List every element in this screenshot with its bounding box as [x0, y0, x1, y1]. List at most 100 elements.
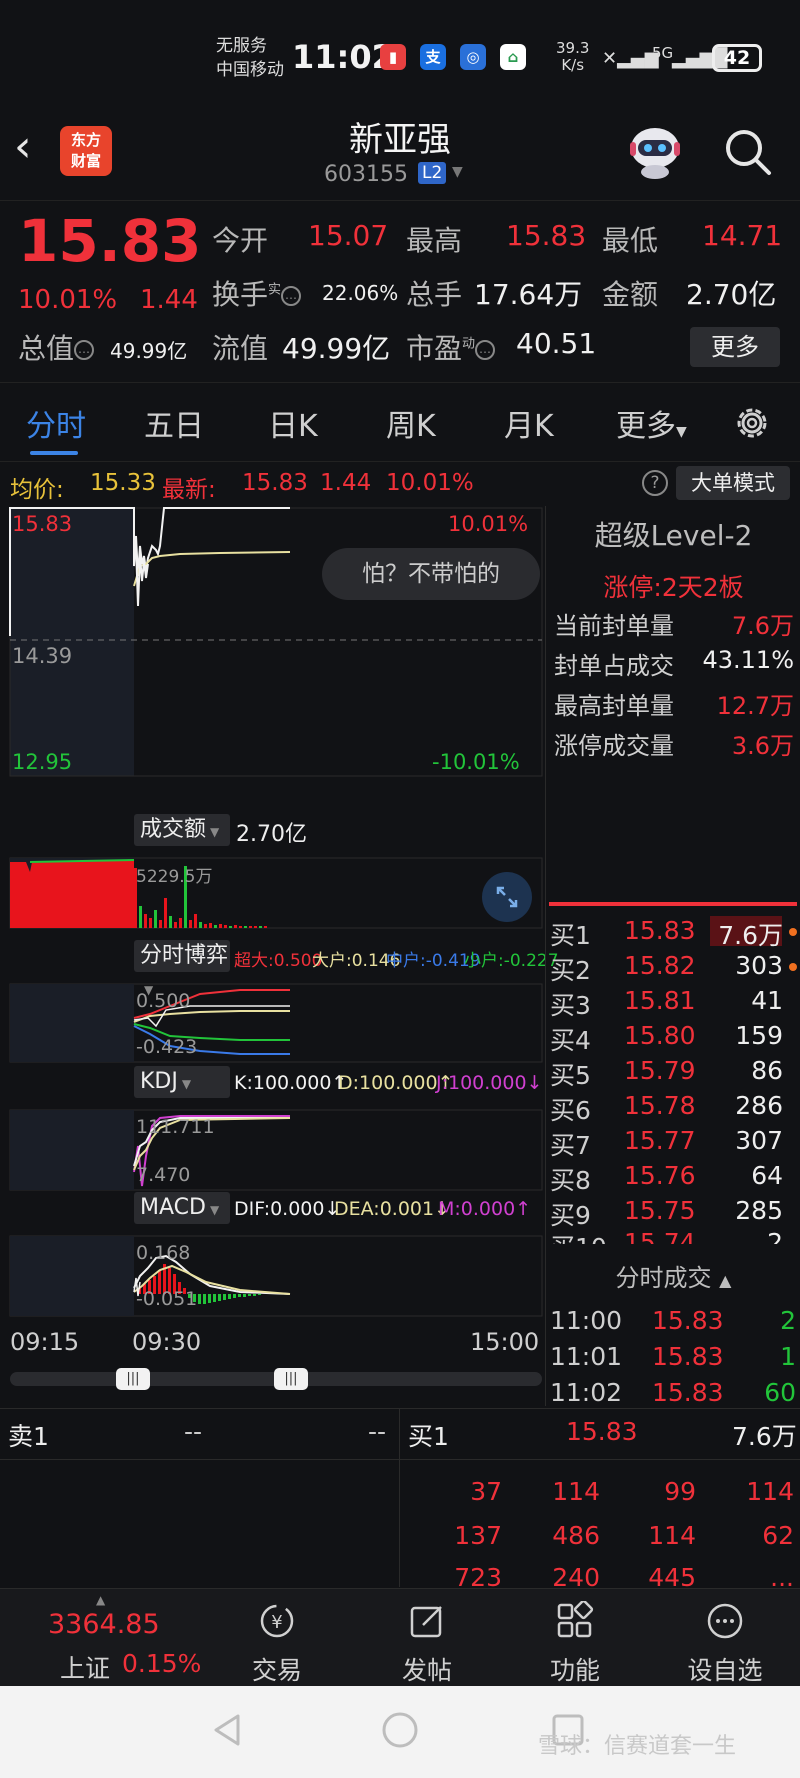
info-icon[interactable]: …	[74, 340, 95, 360]
volume-value: 17.64万	[474, 278, 583, 311]
bid-row[interactable]: 买7 15.77 307	[546, 1126, 800, 1160]
amount-indicator-label: 成交额	[140, 817, 207, 842]
bid-price: 15.74	[624, 1228, 696, 1244]
intraday-chart-area[interactable]: 15.83 14.39 12.95 10.01% -10.01% 怕？不带怕的 …	[0, 506, 559, 1406]
bid-label: 买10	[550, 1228, 607, 1244]
macd-bar	[253, 1294, 256, 1296]
level2-title[interactable]: 超级Level-2	[546, 514, 800, 554]
queue-order: 114	[746, 1477, 794, 1506]
robot-assistant-icon[interactable]	[624, 122, 686, 180]
bid-volume: 159	[735, 1021, 783, 1050]
prev-close-label: 14.39	[12, 644, 73, 668]
quote-panel: 15.83 10.01% 1.44 今开 15.07 最高 15.83 最低 1…	[0, 200, 800, 380]
nav-trade[interactable]: ¥ 交易	[202, 1589, 352, 1687]
kdj-indicator-label: KDJ	[140, 1069, 178, 1094]
grid-icon	[557, 1601, 594, 1638]
game-axis-top: 0.500	[136, 990, 191, 1012]
game-large-line	[133, 1010, 290, 1023]
more-button[interactable]: 更多	[690, 327, 780, 367]
tab-more-label: 更多	[616, 409, 676, 444]
info-icon[interactable]: …	[475, 340, 496, 360]
index-ticker[interactable]: ▲ 3364.85 上证 0.15%	[0, 1589, 210, 1687]
trade-time: 11:00	[550, 1306, 623, 1335]
turnover-label: 换手实…	[212, 273, 302, 313]
tab-more[interactable]: 更多▼	[616, 401, 687, 445]
big-order-mode-button[interactable]: 大单模式	[676, 466, 790, 500]
amount-bar	[174, 922, 177, 928]
bid-row[interactable]: 买3 15.81 41	[546, 986, 800, 1020]
avg-label: 均价:	[10, 477, 64, 503]
amount-bar	[149, 918, 152, 928]
premarket-shade	[10, 508, 134, 776]
latest-price: 15.83	[242, 470, 308, 496]
expand-chart-button[interactable]	[482, 872, 532, 922]
nav-post-label: 发帖	[401, 1656, 452, 1685]
scrollbar-right-handle[interactable]: |||	[274, 1368, 308, 1390]
stock-code[interactable]: 603155	[324, 162, 408, 187]
limit-up-label: 涨停:	[603, 573, 662, 602]
mktcap-label-text: 总值	[18, 332, 75, 365]
amount-bar	[189, 920, 192, 928]
back-triangle-icon[interactable]	[208, 1710, 248, 1750]
bid-row[interactable]: 买1 15.83 7.6万	[546, 916, 800, 950]
search-icon[interactable]	[722, 126, 774, 178]
bid-row[interactable]: 买5 15.79 86	[546, 1056, 800, 1090]
pe-sup: 动	[462, 336, 476, 352]
kdj-indicator-button[interactable]: KDJ ▼	[134, 1066, 230, 1098]
trade-price: 15.83	[652, 1306, 724, 1335]
status-time: 11:02	[292, 38, 394, 76]
tab-intraday[interactable]: 分时	[26, 401, 86, 445]
macd-indicator-button[interactable]: MACD ▼	[134, 1192, 230, 1224]
chevron-up-icon: ▲	[719, 1271, 732, 1290]
scrollbar-left-handle[interactable]: |||	[116, 1368, 150, 1390]
gear-icon[interactable]	[732, 403, 772, 443]
bid-row[interactable]: 买2 15.82 303	[546, 951, 800, 985]
bid-row[interactable]: 买9 15.75 285	[546, 1196, 800, 1230]
bid-row[interactable]: 买8 15.76 64	[546, 1161, 800, 1195]
home-circle-icon[interactable]	[380, 1710, 420, 1750]
kdj-premarket-shade	[10, 1110, 134, 1190]
macd-m-value: M:0.000↑	[438, 1198, 532, 1220]
game-indicator-button[interactable]: 分时博弈▼	[134, 940, 230, 997]
amount-bar	[164, 898, 167, 928]
float-label: 流值	[212, 332, 269, 365]
amount-bar	[154, 910, 157, 928]
book-divider-vertical	[399, 1409, 400, 1587]
comment-bubble[interactable]: 怕？不带怕的	[322, 548, 540, 600]
bid-label: 买9	[550, 1201, 591, 1230]
index-name: 上证	[60, 1654, 111, 1683]
tab-five-day[interactable]: 五日	[144, 401, 204, 445]
info-icon[interactable]: …	[281, 286, 302, 306]
bid-row-partial[interactable]: 买10 15.74 2	[546, 1228, 800, 1244]
macd-indicator-label: MACD	[140, 1195, 206, 1220]
amount-bar	[144, 914, 147, 928]
bid-price: 15.77	[624, 1126, 696, 1155]
index-percent: 0.15%	[122, 1649, 202, 1678]
trade-time: 11:02	[550, 1378, 623, 1407]
sell1-volume: --	[368, 1417, 387, 1446]
macd-bar	[223, 1294, 226, 1300]
chevron-down-icon[interactable]: ▼	[452, 164, 463, 180]
tab-weekly-k[interactable]: 周K	[386, 401, 436, 445]
tab-monthly-k[interactable]: 月K	[504, 401, 554, 445]
carrier-line1: 无服务	[216, 36, 267, 56]
tab-underline	[30, 451, 78, 455]
watermark: 雪球：信赛道套一生	[538, 1734, 737, 1759]
trades-header[interactable]: 分时成交 ▲	[546, 1258, 800, 1293]
sell1-label: 卖1	[8, 1422, 49, 1451]
nav-watchlist[interactable]: 设自选	[650, 1589, 800, 1687]
nav-functions[interactable]: 功能	[500, 1589, 650, 1687]
amount-bar	[219, 924, 222, 928]
macd-bar	[228, 1294, 231, 1299]
latest-label: 最新:	[162, 477, 216, 503]
time-open-label: 09:30	[132, 1328, 202, 1356]
help-icon[interactable]: ?	[642, 470, 668, 496]
bid-row[interactable]: 买6 15.78 286	[546, 1091, 800, 1125]
amount-indicator-button[interactable]: 成交额 ▼	[134, 814, 230, 846]
high-value: 15.83	[506, 219, 587, 252]
buy1-volume: 7.6万	[732, 1422, 797, 1451]
macd-bar	[203, 1294, 206, 1304]
tab-daily-k[interactable]: 日K	[268, 401, 318, 445]
nav-post[interactable]: 发帖	[352, 1589, 502, 1687]
bid-row[interactable]: 买4 15.80 159	[546, 1021, 800, 1055]
